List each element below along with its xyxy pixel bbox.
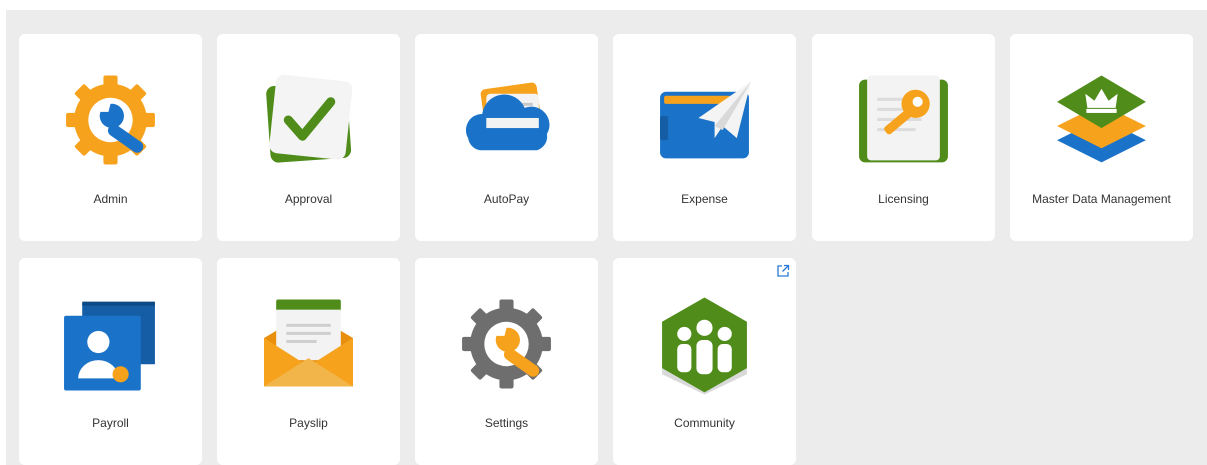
- tile-payroll[interactable]: Payroll: [19, 258, 202, 465]
- expense-wallet-plane-icon: [654, 66, 755, 174]
- admin-gear-wrench-icon: [60, 66, 161, 174]
- tile-label: Approval: [284, 192, 333, 206]
- tile-label: Payroll: [92, 416, 129, 430]
- payroll-person-card-icon: [60, 290, 161, 398]
- tile-label: Licensing: [878, 192, 929, 206]
- approval-checkmark-icon: [258, 66, 359, 174]
- tile-label: Admin: [93, 192, 128, 206]
- tile-label: Settings: [484, 416, 529, 430]
- tile-payslip[interactable]: Payslip: [217, 258, 400, 465]
- tile-licensing[interactable]: Licensing: [812, 34, 995, 241]
- autopay-cloud-card-icon: [456, 66, 557, 174]
- external-link-icon[interactable]: [776, 264, 790, 278]
- tile-admin[interactable]: Admin: [19, 34, 202, 241]
- tile-settings[interactable]: Settings: [415, 258, 598, 465]
- payslip-envelope-icon: [258, 290, 359, 398]
- tile-master-data-management[interactable]: Master Data Management: [1010, 34, 1193, 241]
- tile-community[interactable]: Community: [613, 258, 796, 465]
- tile-label: Master Data Management: [1032, 192, 1171, 206]
- master-data-stack-crown-icon: [1051, 66, 1152, 174]
- app-launcher-grid: Admin Approval AutoPay Expense Licensing…: [6, 10, 1207, 465]
- tile-autopay[interactable]: AutoPay: [415, 34, 598, 241]
- tile-label: Community: [674, 416, 735, 430]
- licensing-key-icon: [853, 66, 954, 174]
- tile-expense[interactable]: Expense: [613, 34, 796, 241]
- tile-label: Payslip: [289, 416, 328, 430]
- settings-gear-wrench-icon: [456, 290, 557, 398]
- tile-label: Expense: [681, 192, 728, 206]
- community-people-icon: [654, 290, 755, 398]
- tile-approval[interactable]: Approval: [217, 34, 400, 241]
- tile-label: AutoPay: [483, 192, 530, 206]
